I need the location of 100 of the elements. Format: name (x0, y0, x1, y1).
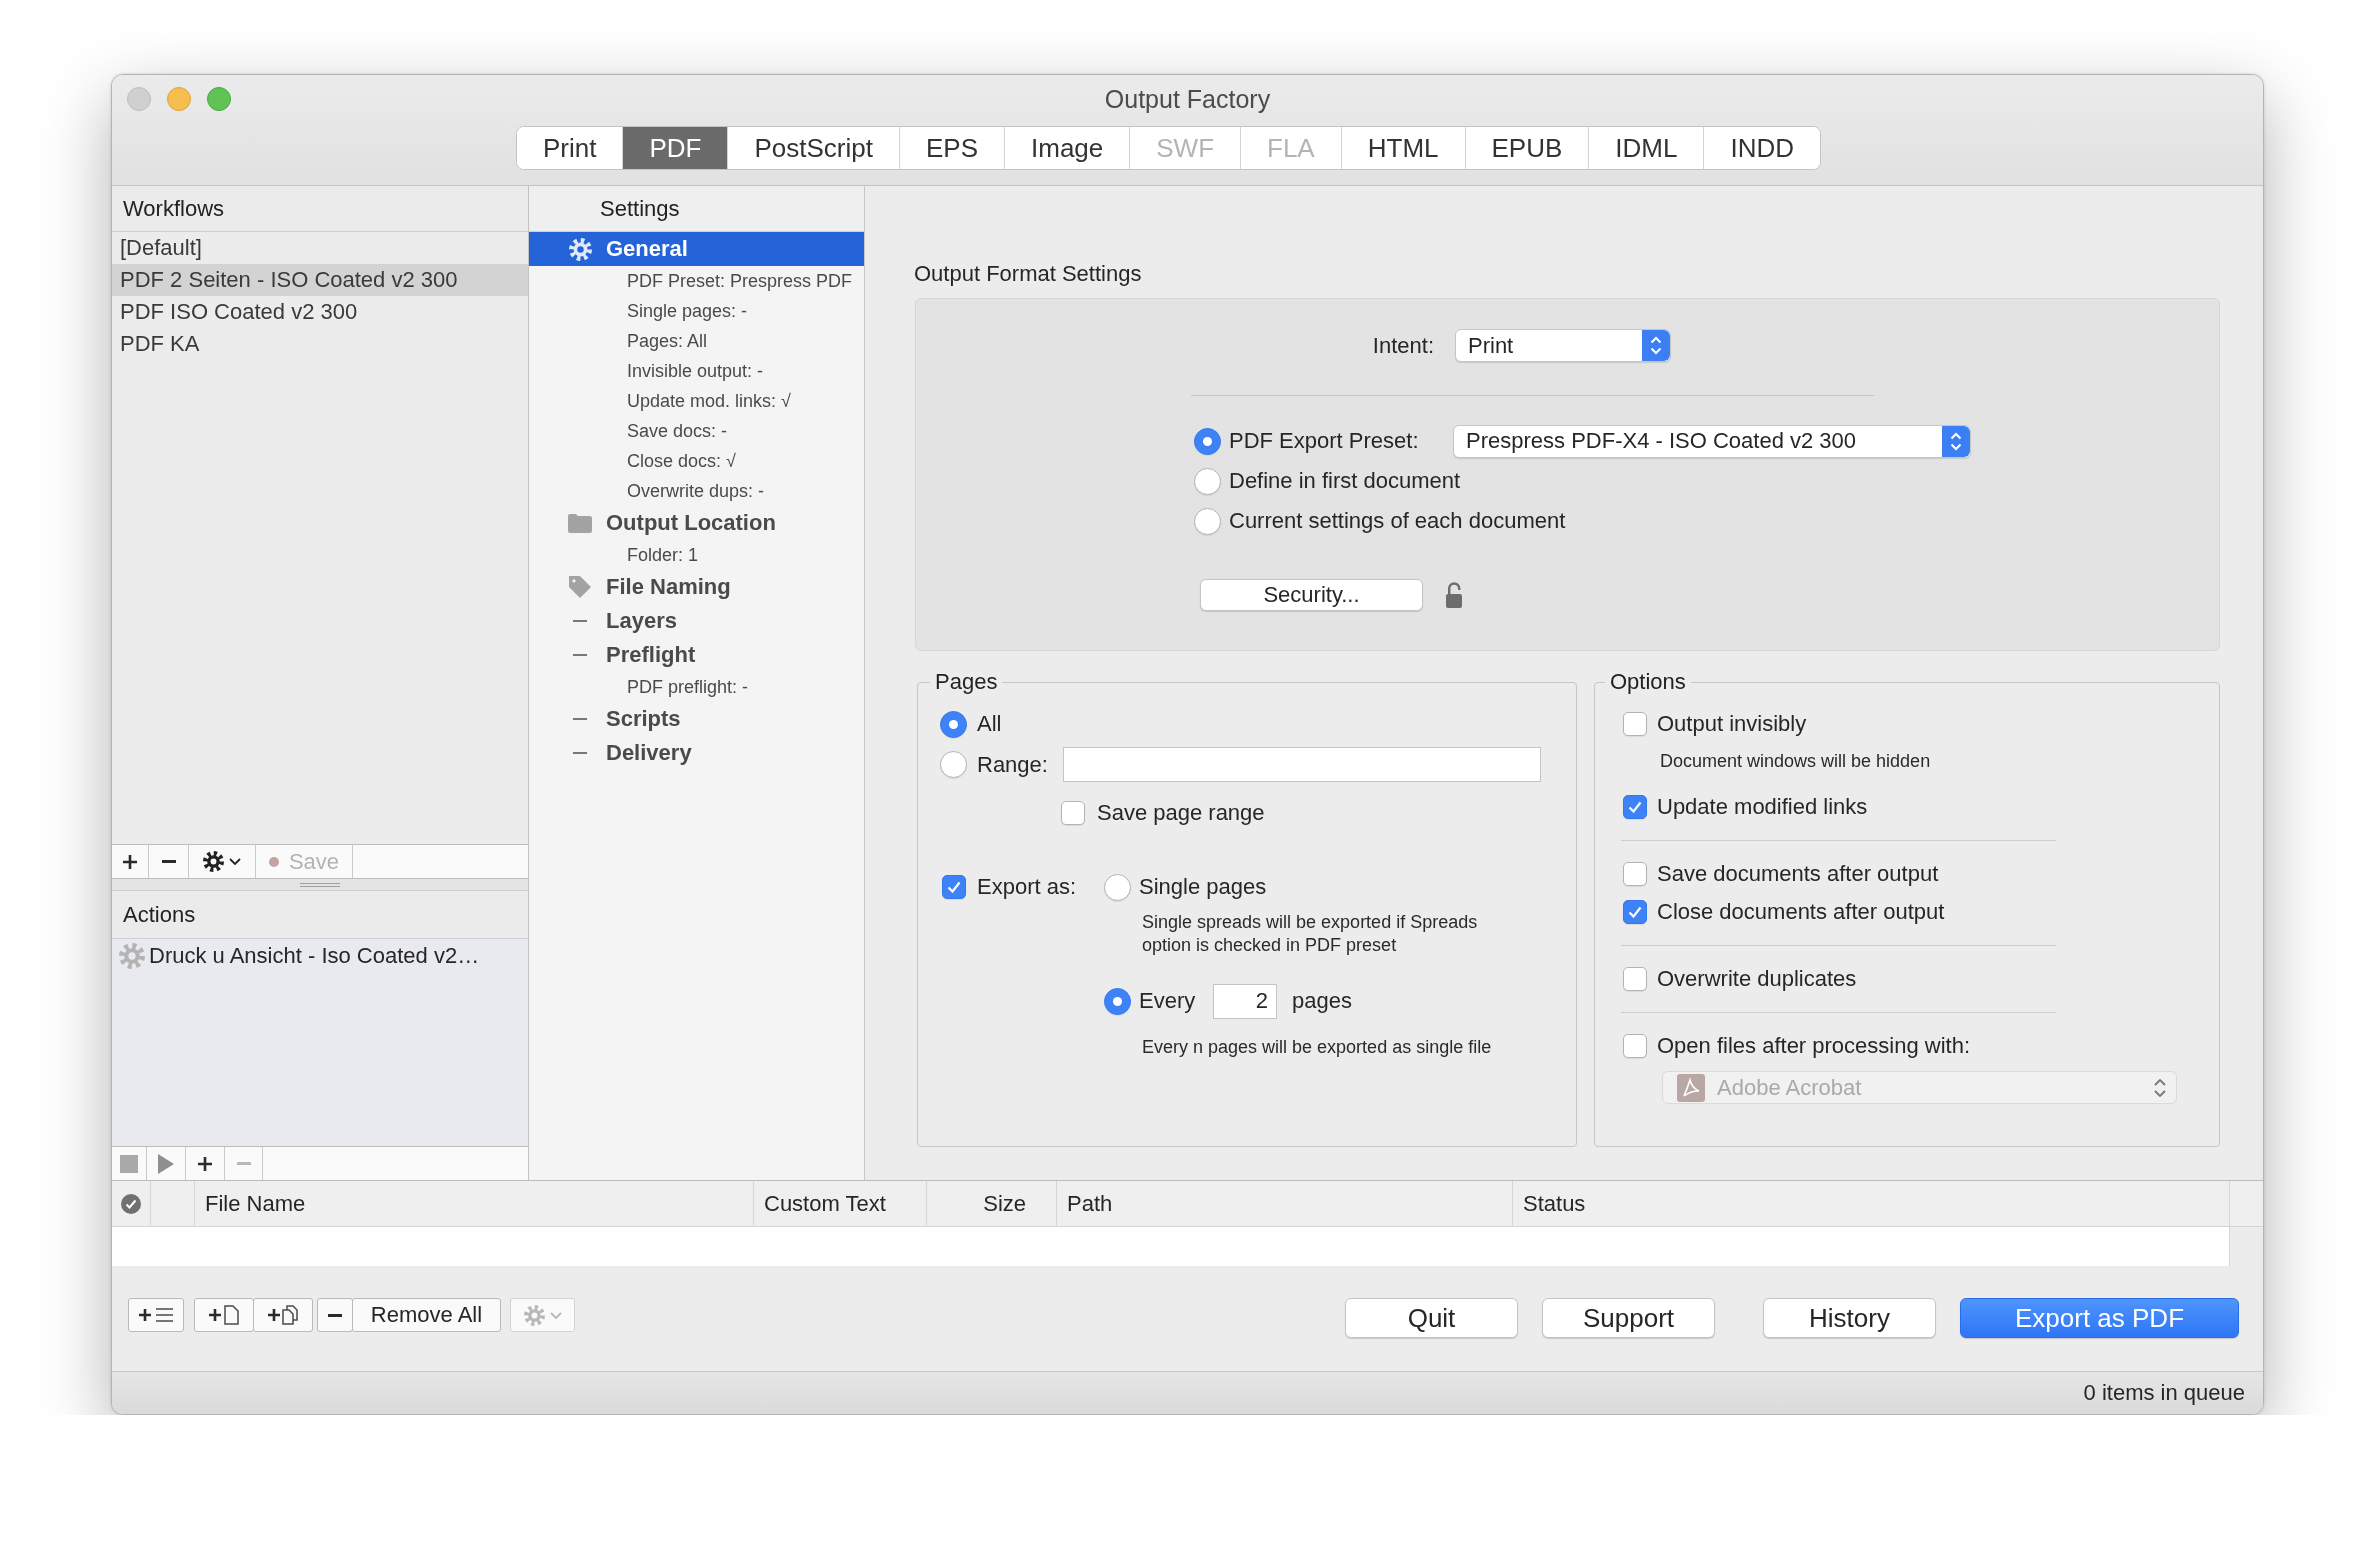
settings-header: Settings (529, 186, 864, 232)
action-button[interactable]: Quit (1345, 1298, 1518, 1338)
checkbox[interactable] (1623, 967, 1647, 991)
settings-category[interactable]: Delivery (529, 736, 864, 770)
workflow-item[interactable]: PDF 2 Seiten - ISO Coated v2 300 (112, 264, 528, 296)
settings-detail: Pages: All (626, 329, 709, 353)
action-label: Druck u Ansicht - Iso Coated v2… (149, 943, 480, 969)
section-title: Output Format Settings (914, 260, 1142, 288)
check-icon (947, 881, 961, 893)
dash-icon (573, 752, 587, 754)
workflow-item[interactable]: [Default] (112, 232, 528, 264)
caret-icon (229, 858, 241, 865)
radio-button[interactable] (940, 751, 967, 778)
page-count-input[interactable]: 2 (1213, 983, 1277, 1019)
column-header[interactable]: Status (1513, 1181, 2230, 1226)
checkbox-label: Save documents after output (1657, 861, 1939, 887)
intent-label: Intent: (1371, 332, 1434, 359)
settings-detail: Update mod. links: √ (626, 389, 792, 413)
settings-detail: Save docs: - (626, 419, 729, 443)
settings-category[interactable]: Layers (529, 604, 864, 638)
minus-icon (236, 1162, 251, 1165)
gear-icon (523, 1304, 545, 1326)
range-input[interactable] (1063, 747, 1541, 782)
settings-detail: PDF Preset: Prespress PDF (626, 269, 854, 293)
add-list-button[interactable] (128, 1298, 184, 1332)
radio-button[interactable] (1194, 507, 1221, 535)
radio-button[interactable] (1104, 873, 1131, 901)
settings-category[interactable]: General (529, 232, 864, 266)
checkbox-label: Overwrite duplicates (1657, 966, 1857, 992)
dash-icon (573, 718, 587, 720)
radio-button[interactable] (1194, 427, 1221, 455)
checkbox-label: Update modified links (1657, 794, 1868, 820)
radio-button[interactable] (940, 710, 967, 738)
checkbox[interactable] (942, 875, 966, 899)
checkbox[interactable] (1623, 1034, 1647, 1058)
add-files-button[interactable] (253, 1298, 313, 1332)
action-button[interactable]: Export as PDF (1960, 1298, 2239, 1338)
workflows-header: Workflows (112, 186, 528, 232)
add-file-button[interactable] (194, 1298, 254, 1332)
grip-icon (300, 882, 340, 887)
close-icon[interactable] (127, 87, 151, 111)
minimize-icon[interactable] (167, 87, 191, 111)
checkbox[interactable] (1623, 712, 1647, 736)
settings-category[interactable]: Scripts (529, 702, 864, 736)
radio-label: Single pages (1139, 874, 1267, 900)
radio-label: Define in first document (1229, 468, 1461, 494)
tag-icon (569, 576, 591, 598)
column-header[interactable]: Path (1057, 1181, 1513, 1226)
checkbox[interactable] (1623, 795, 1647, 819)
minus-icon (328, 1313, 342, 1317)
add-documents-icon (268, 1305, 298, 1325)
stepper-icon (1642, 330, 1670, 361)
settings-detail: Folder: 1 (626, 543, 700, 567)
settings-detail: PDF preflight: - (626, 675, 750, 699)
app-icon (1677, 1073, 1705, 1102)
group-title: Pages (934, 668, 999, 696)
checkbox[interactable] (1061, 801, 1085, 825)
stepper-icon (1942, 425, 1970, 457)
plus-icon (123, 854, 137, 869)
column-header[interactable]: File Name (195, 1181, 754, 1226)
format-tab[interactable]: PDF (622, 127, 728, 169)
settings-detail: Overwrite dups: - (626, 479, 766, 503)
remove-all-button[interactable]: Remove All (352, 1298, 501, 1332)
gear-icon (203, 851, 224, 872)
preset-dropdown[interactable]: Prespress PDF-X4 - ISO Coated v2 300 (1453, 424, 1971, 458)
settings-category[interactable]: Preflight (529, 638, 864, 672)
remove-button[interactable] (317, 1298, 353, 1332)
gear-icon (119, 943, 145, 969)
caret-icon (549, 1311, 562, 1319)
radio-label: Every (1139, 988, 1197, 1014)
group-title: Options (1609, 668, 1687, 696)
intent-dropdown[interactable]: Print (1455, 329, 1671, 362)
maximize-icon[interactable] (207, 87, 231, 111)
radio-button[interactable] (1104, 987, 1131, 1015)
minus-icon (161, 860, 176, 863)
action-button[interactable]: History (1763, 1298, 1936, 1338)
checkbox[interactable] (1623, 900, 1647, 924)
action-item[interactable]: Druck u Ansicht - Iso Coated v2… (112, 939, 528, 973)
radio-label: All (977, 711, 1002, 737)
radio-label: Current settings of each document (1229, 508, 1566, 534)
checkbox-label: Close documents after output (1657, 899, 1945, 925)
add-list-icon (139, 1308, 173, 1322)
settings-category[interactable]: Output Location (529, 506, 864, 540)
lock-icon (1446, 582, 1462, 608)
hint-text: Single spreads will be exported if Spreads option is checked in PDF preset (1142, 911, 1479, 957)
action-button[interactable]: Support (1542, 1298, 1715, 1338)
column-header[interactable]: Size (927, 1181, 1057, 1226)
radio-button[interactable] (1194, 467, 1221, 495)
column-header[interactable]: Custom Text (754, 1181, 927, 1226)
workflow-item[interactable]: PDF KA (112, 328, 528, 360)
radio-label: PDF Export Preset: (1229, 428, 1420, 454)
workflow-item[interactable]: PDF ISO Coated v2 300 (112, 296, 528, 328)
settings-category[interactable]: File Naming (529, 570, 864, 604)
window-title: Output Factory (1104, 84, 1271, 114)
format-tab[interactable]: INDD (1703, 127, 1820, 169)
folder-icon (568, 513, 592, 533)
checkbox[interactable] (1623, 862, 1647, 886)
plus-icon (198, 1156, 212, 1171)
dash-icon (573, 654, 587, 656)
security-button[interactable]: Security... (1200, 579, 1423, 611)
